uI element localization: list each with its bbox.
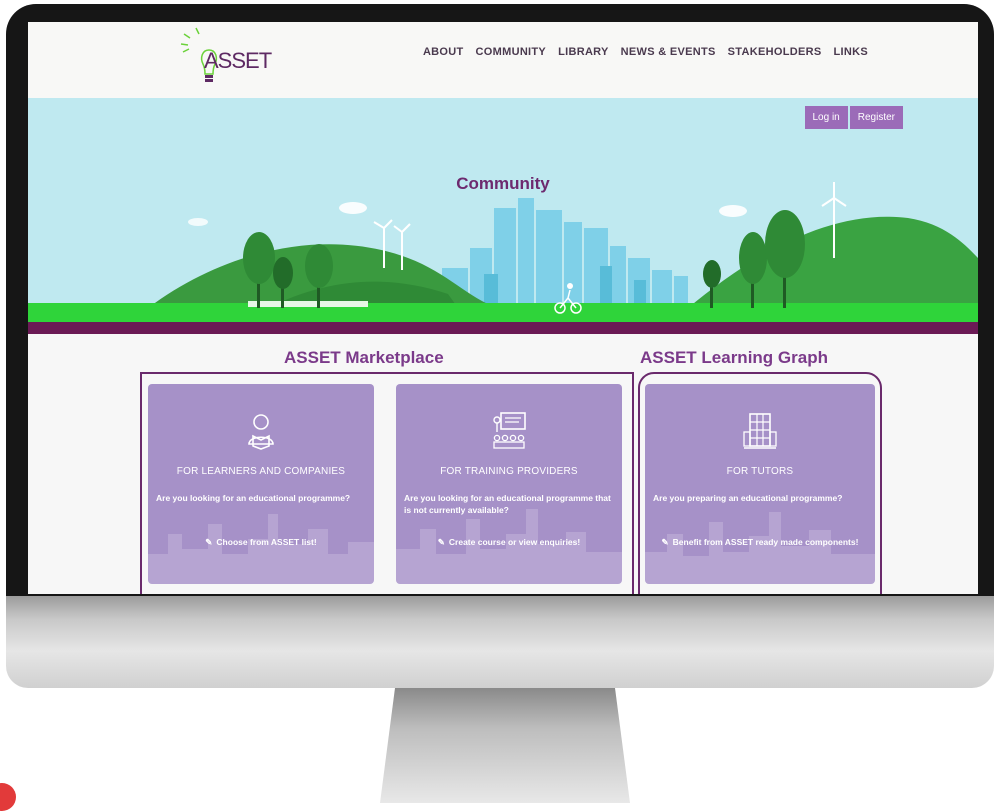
- learning-graph-title: ASSET Learning Graph: [640, 348, 828, 367]
- card-description: Are you looking for an educational progr…: [404, 493, 611, 515]
- card-tutors[interactable]: FOR TUTORS Are you preparing an educatio…: [645, 384, 875, 584]
- classroom-icon: [493, 412, 526, 449]
- page-title: Community: [456, 174, 550, 193]
- card-training-providers[interactable]: FOR TRAINING PROVIDERS Are you looking f…: [396, 384, 622, 584]
- nav-item-news-events[interactable]: NEWS & EVENTS: [621, 46, 716, 58]
- card-description: Are you looking for an educational progr…: [156, 493, 351, 503]
- nav-item-library[interactable]: LIBRARY: [558, 46, 609, 58]
- nav-item-stakeholders[interactable]: STAKEHOLDERS: [728, 46, 822, 58]
- logo-wordmark: ASSET: [204, 48, 272, 73]
- card-description: Are you preparing an educational program…: [653, 493, 843, 503]
- card-link-label: Create course or view enquiries!: [448, 537, 581, 547]
- landscape-illustration: [28, 182, 978, 334]
- nav-item-community[interactable]: COMMUNITY: [476, 46, 547, 58]
- building-blocks-icon: [743, 413, 777, 449]
- monitor-screen: ASSET ABOUT COMMUNITY LIBRARY NEWS & EVE…: [28, 22, 978, 594]
- card-link[interactable]: ✎ Choose from ASSET list!: [156, 536, 366, 548]
- card-link-label: Benefit from ASSET ready made components…: [672, 537, 859, 547]
- site-header: ASSET ABOUT COMMUNITY LIBRARY NEWS & EVE…: [28, 22, 978, 98]
- hero-banner: Log in Register Community: [28, 98, 978, 334]
- card-learners-companies[interactable]: FOR LEARNERS AND COMPANIES Are you looki…: [148, 384, 374, 584]
- nav-item-about[interactable]: ABOUT: [423, 46, 464, 58]
- nav-item-links[interactable]: LINKS: [834, 46, 869, 58]
- decorative-dot: [0, 783, 16, 811]
- pencil-icon: ✎: [437, 537, 445, 547]
- reader-icon: [248, 414, 274, 450]
- auth-buttons: Log in Register: [804, 106, 903, 129]
- card-title: FOR LEARNERS AND COMPANIES: [176, 466, 346, 477]
- monitor-stand: [380, 688, 630, 803]
- login-button[interactable]: Log in: [804, 106, 848, 129]
- card-title: FOR TUTORS: [726, 466, 794, 477]
- card-title: FOR TRAINING PROVIDERS: [440, 466, 578, 477]
- register-button[interactable]: Register: [849, 106, 903, 129]
- marketplace-title: ASSET Marketplace: [284, 348, 444, 367]
- monitor-chin: [6, 596, 994, 688]
- card-link[interactable]: ✎ Benefit from ASSET ready made component…: [653, 536, 867, 548]
- asset-logo[interactable]: ASSET: [178, 26, 288, 92]
- pencil-icon: ✎: [661, 537, 669, 547]
- main-nav: ABOUT COMMUNITY LIBRARY NEWS & EVENTS ST…: [423, 46, 868, 58]
- pencil-icon: ✎: [205, 537, 213, 547]
- card-link-label: Choose from ASSET list!: [216, 537, 317, 547]
- card-link[interactable]: ✎ Create course or view enquiries!: [404, 536, 614, 548]
